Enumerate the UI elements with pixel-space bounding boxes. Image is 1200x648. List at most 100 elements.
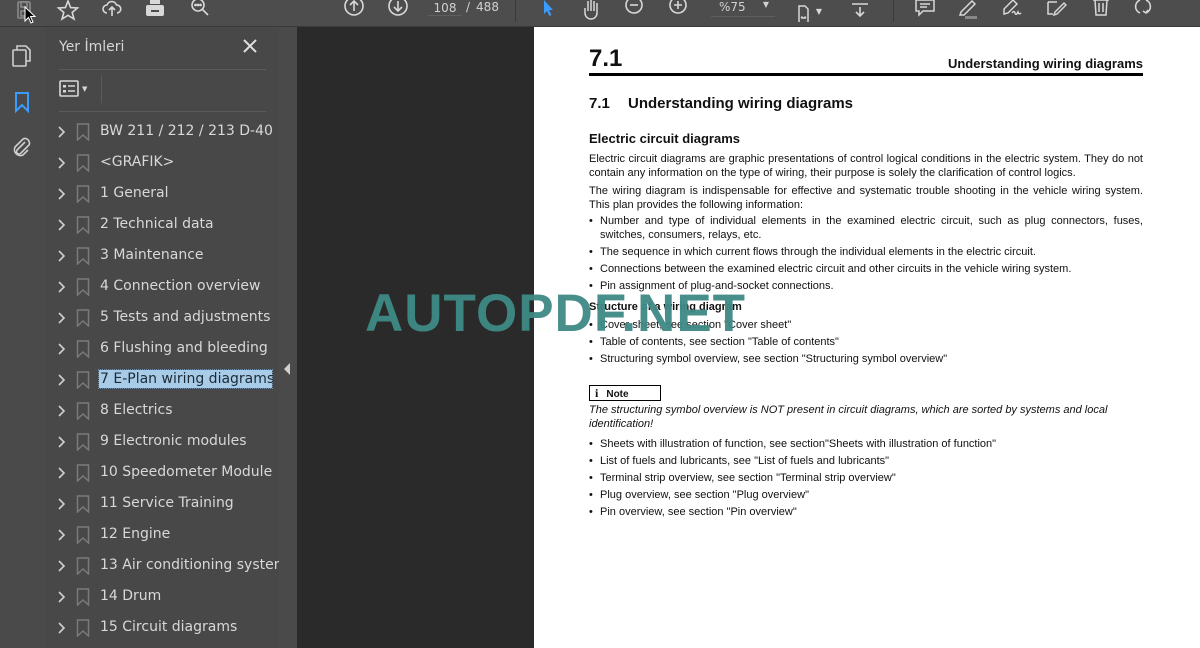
print-icon[interactable] xyxy=(141,0,169,22)
next-page-icon[interactable] xyxy=(384,0,412,22)
chevron-right-icon[interactable] xyxy=(57,156,67,170)
list-item: Connections between the examined electri… xyxy=(589,262,1143,276)
comment-icon[interactable] xyxy=(911,0,939,22)
chevron-right-icon[interactable] xyxy=(57,218,67,232)
bookmark-item[interactable]: 8 Electrics xyxy=(45,395,279,426)
bookmark-label: 3 Maintenance xyxy=(100,247,204,263)
chevron-right-icon[interactable] xyxy=(57,342,67,356)
structure-heading: Structure of a wiring diagram xyxy=(589,301,742,313)
bookmark-label: 9 Electronic modules xyxy=(100,433,247,449)
chevron-right-icon[interactable] xyxy=(57,311,67,325)
bookmark-icon xyxy=(76,340,90,358)
section-heading: 7.1 Understanding wiring diagrams xyxy=(589,95,853,112)
list-item: Terminal strip overview, see section "Te… xyxy=(589,471,1143,485)
bookmark-options-button[interactable]: ▼ xyxy=(59,77,95,101)
chevron-right-icon[interactable] xyxy=(57,466,67,480)
panel-divider xyxy=(101,75,102,103)
list-item: Number and type of individual elements i… xyxy=(589,214,1143,242)
chevron-right-icon[interactable] xyxy=(57,435,67,449)
note-label-box: i Note xyxy=(589,385,661,401)
close-icon[interactable] xyxy=(241,37,259,55)
fit-page-dropdown-icon[interactable]: ▼ xyxy=(812,0,826,22)
prev-page-icon[interactable] xyxy=(340,0,368,22)
delete-icon[interactable] xyxy=(1087,0,1115,22)
panel-divider xyxy=(59,69,266,70)
bookmark-list: BW 211 / 212 / 213 D-40 <GRAFIK> 1 General… xyxy=(45,116,287,643)
toolbar-divider xyxy=(515,0,516,22)
list-item: Plug overview, see section "Plug overvie… xyxy=(589,488,1143,502)
chevron-right-icon[interactable] xyxy=(57,280,67,294)
chevron-right-icon[interactable] xyxy=(57,559,67,573)
page-thumbnails-icon[interactable] xyxy=(8,42,36,70)
pdf-page: 7.1 Understanding wiring diagrams 7.1 Und… xyxy=(534,27,1200,648)
chevron-right-icon[interactable] xyxy=(57,621,67,635)
note-label: Note xyxy=(606,389,629,400)
zoom-level-select[interactable]: %75 ▼ xyxy=(711,0,775,17)
bookmark-item[interactable]: 9 Electronic modules xyxy=(45,426,279,457)
bookmark-item[interactable]: 7 E-Plan wiring diagrams xyxy=(45,364,279,395)
bookmark-item[interactable]: <GRAFIK> xyxy=(45,147,279,178)
chevron-right-icon[interactable] xyxy=(57,249,67,263)
panel-splitter[interactable] xyxy=(279,27,297,648)
cloud-upload-icon[interactable] xyxy=(98,0,126,22)
bookmark-item[interactable]: 12 Engine xyxy=(45,519,279,550)
bookmark-item[interactable]: 5 Tests and adjustments xyxy=(45,302,279,333)
bookmark-icon xyxy=(76,309,90,327)
chevron-right-icon[interactable] xyxy=(57,528,67,542)
chevron-right-icon[interactable] xyxy=(57,373,67,387)
zoom-out-icon[interactable] xyxy=(620,0,648,22)
scroll-mode-icon[interactable] xyxy=(846,0,874,22)
edit-icon[interactable] xyxy=(1042,0,1070,22)
chevron-right-icon[interactable] xyxy=(57,125,67,139)
bookmark-icon xyxy=(76,247,90,265)
bookmark-icon[interactable] xyxy=(8,88,36,116)
current-page-input[interactable] xyxy=(428,0,462,16)
list-item: Table of contents, see section "Table of… xyxy=(589,335,1143,349)
select-arrow-icon[interactable] xyxy=(534,0,562,22)
bookmark-item[interactable]: 14 Drum xyxy=(45,581,279,612)
note-text: The structuring symbol overview is NOT p… xyxy=(589,404,1108,430)
bookmark-item[interactable]: 1 General xyxy=(45,178,279,209)
chevron-right-icon[interactable] xyxy=(57,497,67,511)
bookmark-item[interactable]: 6 Flushing and bleeding xyxy=(45,333,279,364)
bookmark-icon xyxy=(76,154,90,172)
bookmark-item[interactable]: 4 Connection overview xyxy=(45,271,279,302)
bookmark-label: 8 Electrics xyxy=(100,402,173,418)
bookmark-label: 15 Circuit diagrams xyxy=(100,619,238,635)
bookmark-item[interactable]: BW 211 / 212 / 213 D-40 xyxy=(45,116,279,147)
list-item: Cover sheet, see section "Cover sheet" xyxy=(589,318,1143,332)
zoom-in-icon[interactable] xyxy=(664,0,692,22)
bookmark-item[interactable]: 11 Service Training xyxy=(45,488,279,519)
bookmark-icon xyxy=(76,619,90,637)
bookmark-icon xyxy=(76,588,90,606)
section-title: Understanding wiring diagrams xyxy=(628,95,854,112)
bookmark-label: 6 Flushing and bleeding xyxy=(100,340,268,356)
chevron-right-icon[interactable] xyxy=(57,590,67,604)
bookmark-icon xyxy=(76,278,90,296)
bookmark-item[interactable]: 10 Speedometer Module xyxy=(45,457,279,488)
bookmark-item[interactable]: 13 Air conditioning system xyxy=(45,550,287,581)
paperclip-icon[interactable] xyxy=(8,133,36,161)
bookmark-item[interactable]: 2 Technical data xyxy=(45,209,279,240)
sign-icon[interactable] xyxy=(998,0,1026,22)
header-section-title: Understanding wiring diagrams xyxy=(947,56,1143,71)
chevron-right-icon[interactable] xyxy=(57,187,67,201)
collapse-panel-icon[interactable] xyxy=(284,363,290,375)
chevron-right-icon[interactable] xyxy=(57,404,67,418)
list-item: Pin overview, see section "Pin overview" xyxy=(589,505,1143,519)
highlight-icon[interactable] xyxy=(954,0,982,22)
bookmark-label: 14 Drum xyxy=(100,588,162,604)
mouse-cursor-icon xyxy=(24,6,37,24)
star-icon[interactable] xyxy=(54,0,82,22)
search-icon[interactable] xyxy=(186,0,214,22)
list-item: Pin assignment of plug-and-socket connec… xyxy=(589,279,1143,293)
navigation-rail xyxy=(0,27,45,648)
info-icon: i xyxy=(595,386,599,400)
hand-icon[interactable] xyxy=(577,0,605,22)
bookmark-options-icon xyxy=(59,80,79,97)
bookmark-item[interactable]: 3 Maintenance xyxy=(45,240,279,271)
rotate-icon[interactable] xyxy=(1130,0,1158,22)
document-viewport[interactable]: 7.1 Understanding wiring diagrams 7.1 Und… xyxy=(297,27,1200,648)
list-item: The sequence in which current flows thro… xyxy=(589,245,1143,259)
bookmark-item[interactable]: 15 Circuit diagrams xyxy=(45,612,279,643)
